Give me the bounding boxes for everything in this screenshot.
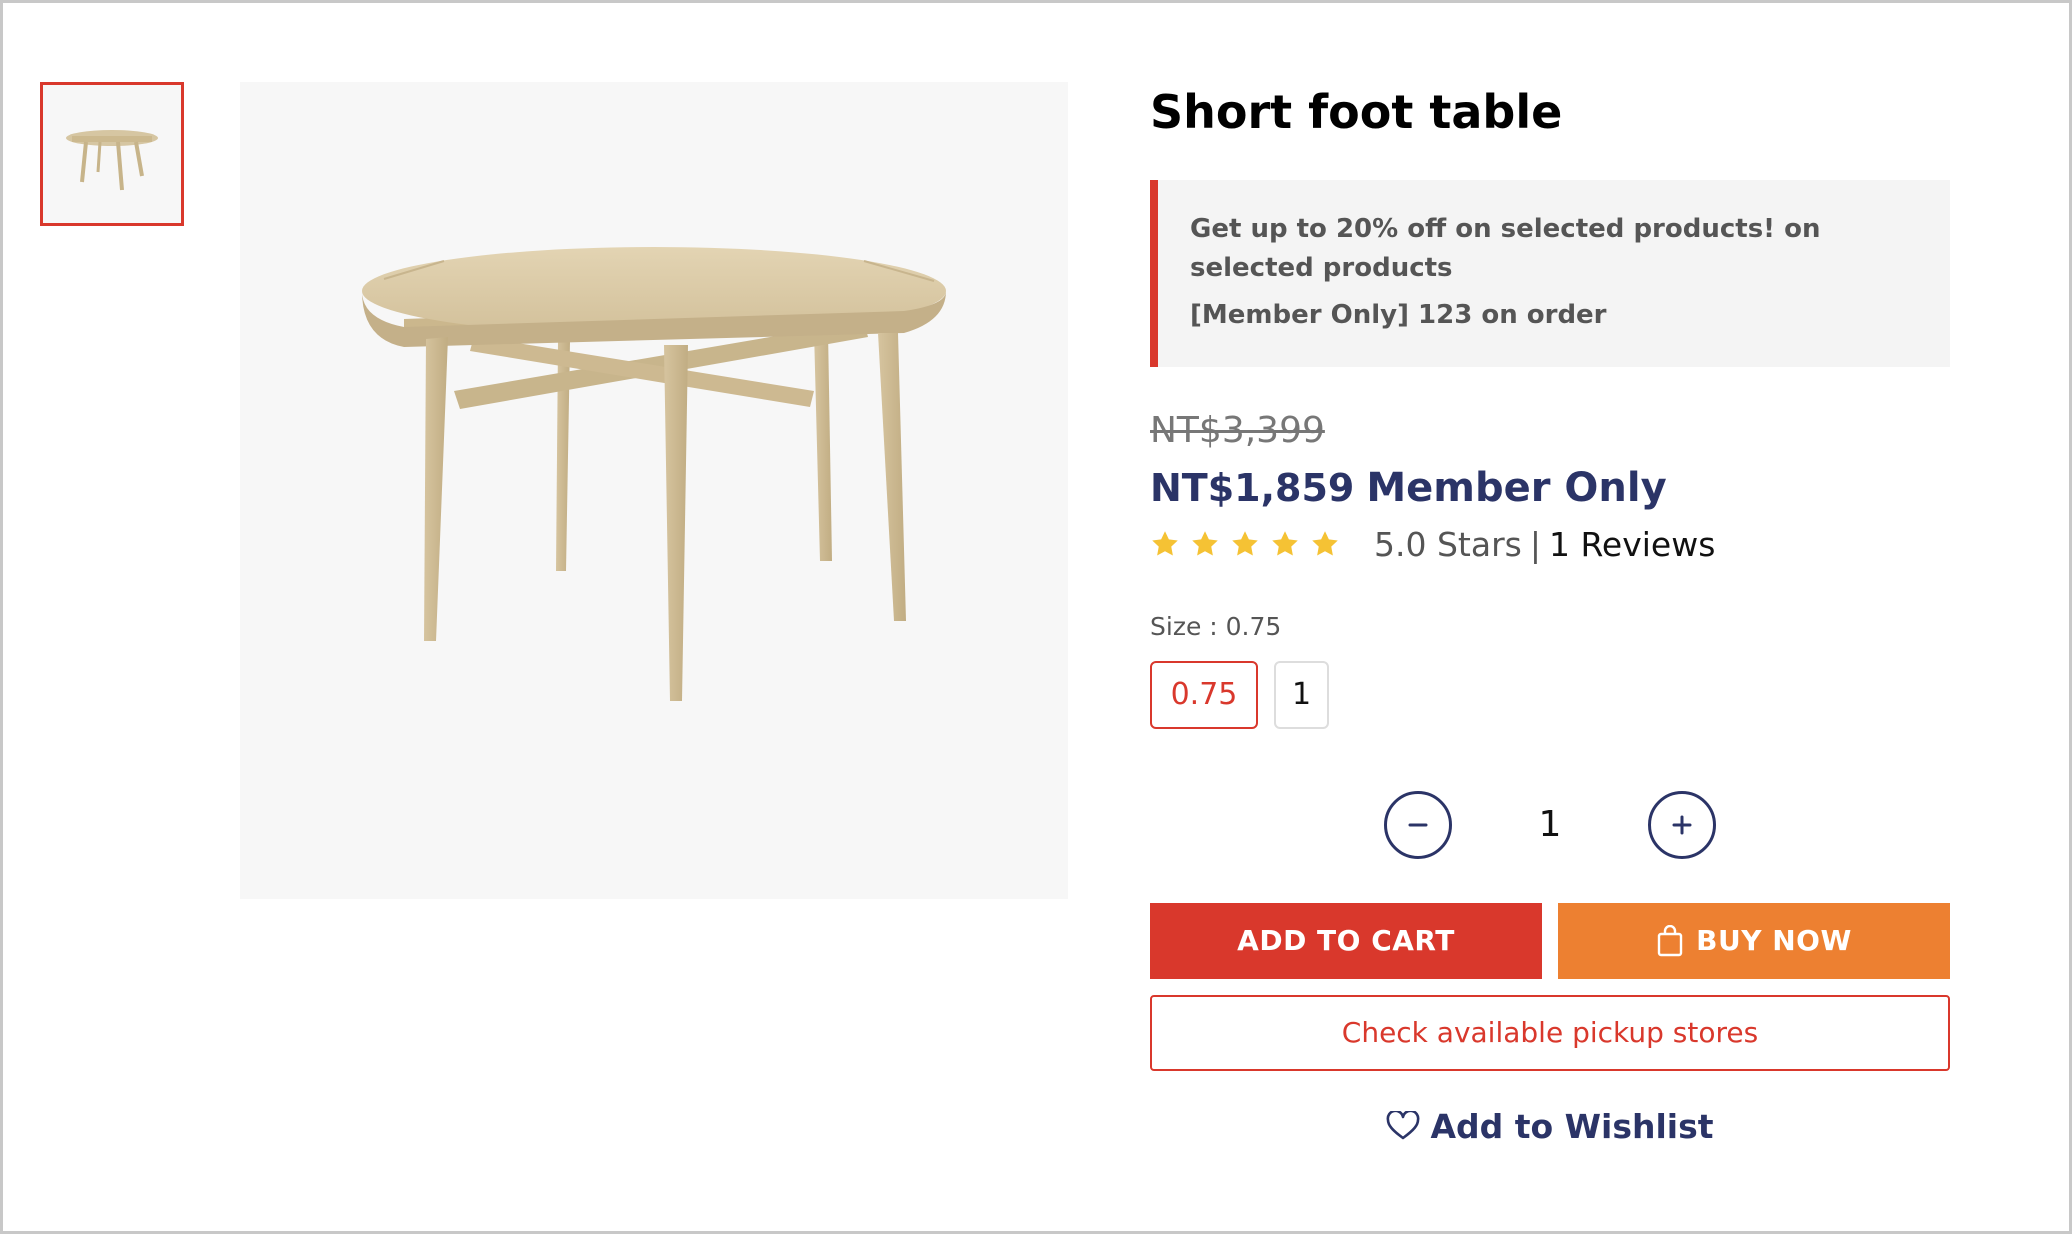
current-price: NT$1,859 bbox=[1150, 465, 1355, 510]
rating-row: 5.0 Stars | 1 Reviews bbox=[1150, 525, 1950, 564]
star-icon bbox=[1312, 531, 1338, 556]
table-thumbnail-image bbox=[66, 130, 158, 191]
add-to-cart-button[interactable]: ADD TO CART bbox=[1150, 902, 1542, 979]
increase-quantity-button[interactable] bbox=[1648, 790, 1716, 859]
heart-icon bbox=[1387, 1111, 1420, 1140]
star-icon bbox=[1152, 531, 1178, 556]
plus-icon bbox=[1672, 815, 1692, 835]
product-main-image bbox=[240, 82, 1068, 899]
size-option-0-75[interactable]: 0.75 bbox=[1150, 660, 1258, 729]
quantity-value[interactable]: 1 bbox=[1452, 804, 1648, 845]
add-to-cart-label: ADD TO CART bbox=[1237, 924, 1455, 958]
add-to-wishlist-button[interactable]: Add to Wishlist bbox=[1150, 1107, 1950, 1146]
member-only-label: Member Only bbox=[1366, 464, 1667, 511]
pickup-label: Check available pickup stores bbox=[1341, 1016, 1759, 1050]
shopping-bag-icon bbox=[1657, 924, 1683, 956]
rating-stars bbox=[1150, 529, 1340, 559]
star-icon bbox=[1272, 531, 1298, 556]
product-title: Short foot table bbox=[1150, 85, 1563, 139]
size-option-1[interactable]: 1 bbox=[1274, 660, 1329, 729]
buy-now-button[interactable]: BUY NOW bbox=[1558, 902, 1950, 979]
table-image bbox=[362, 246, 946, 701]
wishlist-label: Add to Wishlist bbox=[1430, 1106, 1714, 1146]
quantity-stepper: 1 bbox=[1150, 790, 1950, 859]
minus-icon bbox=[1408, 823, 1428, 827]
product-thumbnail[interactable] bbox=[40, 82, 184, 226]
product-info: Short foot table Get up to 20% off on se… bbox=[1150, 73, 1950, 1146]
purchase-actions: ADD TO CART BUY NOW bbox=[1150, 902, 1950, 979]
size-label: Size : 0.75 bbox=[1150, 611, 1282, 641]
promo-member-line: [Member Only] 123 on order bbox=[1190, 300, 1607, 331]
buy-now-label: BUY NOW bbox=[1696, 924, 1852, 958]
price-row: NT$1,859 Member Only bbox=[1150, 465, 1950, 511]
check-pickup-stores-button[interactable]: Check available pickup stores bbox=[1150, 994, 1950, 1071]
reviews-link[interactable]: 1 Reviews bbox=[1549, 525, 1715, 564]
rating-score: 5.0 Stars bbox=[1374, 524, 1522, 564]
star-icon bbox=[1232, 531, 1258, 556]
rating-separator: | bbox=[1529, 524, 1541, 564]
decrease-quantity-button[interactable] bbox=[1384, 790, 1452, 859]
promo-line: Get up to 20% off on selected products! … bbox=[1190, 214, 1821, 284]
star-icon bbox=[1192, 531, 1218, 556]
product-page: Short foot table Get up to 20% off on se… bbox=[0, 0, 2072, 1234]
size-options: 0.75 1 bbox=[1150, 660, 1950, 729]
promo-box: Get up to 20% off on selected products! … bbox=[1150, 180, 1950, 368]
original-price: NT$3,399 bbox=[1150, 410, 1325, 452]
